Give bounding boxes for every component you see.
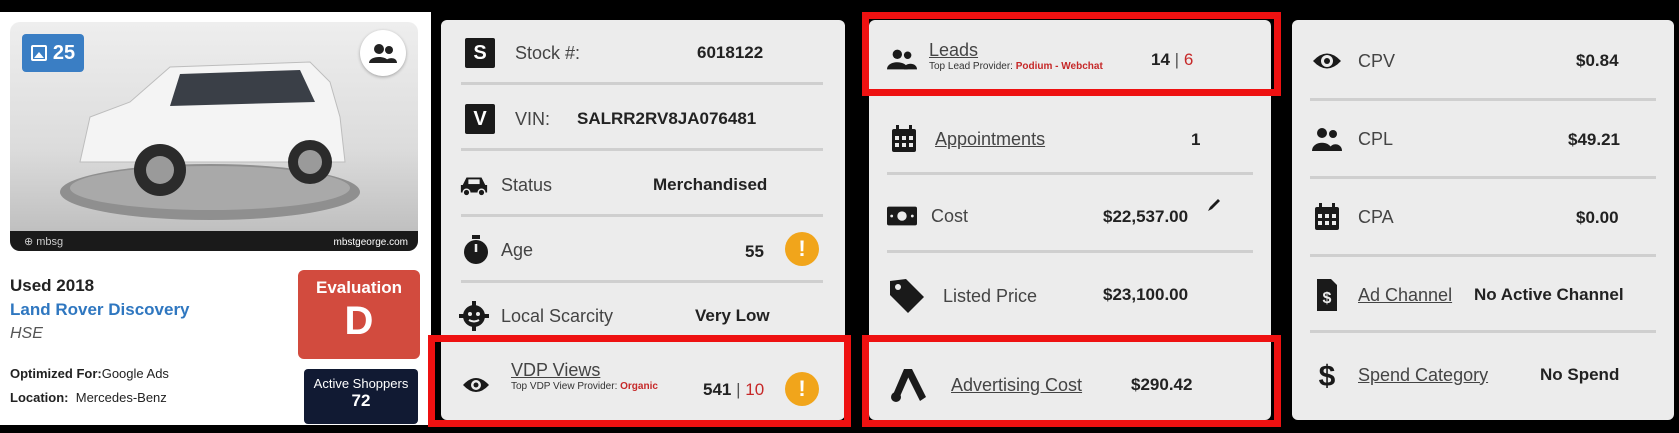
age-value: 55 (745, 242, 764, 261)
optimized-for-value: Google Ads (101, 366, 169, 381)
stock-row: S Stock #: (465, 38, 580, 68)
divider (887, 172, 1253, 175)
spend-row: $ Spend Category (1312, 360, 1488, 391)
cost-label: Cost (931, 205, 969, 226)
divider (461, 214, 823, 217)
location-label: Location: (10, 390, 69, 405)
car-icon (459, 170, 489, 200)
receipt-dollar-icon: $ (1312, 279, 1342, 311)
optimized-for: Optimized For:Google Ads (10, 366, 169, 381)
listed-price-label: Listed Price (943, 285, 1038, 306)
active-shoppers-value: 72 (351, 391, 371, 410)
ad-channel-value: No Active Channel (1474, 285, 1624, 304)
svg-text:$: $ (1323, 290, 1332, 307)
money-icon (887, 201, 917, 231)
vin-icon: V (465, 104, 495, 134)
photo-count-badge[interactable]: 25 (22, 34, 84, 72)
vehicle-trim: HSE (10, 325, 43, 342)
active-shoppers-label: Active Shoppers (313, 376, 409, 391)
stopwatch-icon (461, 235, 491, 265)
status-label: Status (501, 174, 553, 195)
cpv-value: $0.84 (1576, 51, 1619, 70)
appointments-value: 1 (1191, 130, 1201, 149)
people-icon (369, 44, 397, 63)
cost-value: $22,537.00 (1103, 207, 1189, 226)
status-value: Merchandised (653, 175, 768, 194)
dollar-icon: $ (1312, 360, 1342, 391)
scarcity-row: Local Scarcity (459, 301, 613, 331)
vin-label: VIN: (515, 108, 551, 129)
active-shoppers-badge[interactable]: Active Shoppers 72 (304, 369, 418, 424)
age-label: Age (501, 239, 534, 260)
divider (1310, 254, 1656, 257)
appointments-row: Appointments (889, 124, 1045, 154)
vin-row: V VIN: (465, 104, 550, 134)
cost-row: Cost (887, 201, 968, 231)
spend-category-value: No Spend (1540, 365, 1620, 384)
cpa-label: CPA (1358, 206, 1394, 227)
age-warning-icon[interactable]: ! (785, 232, 819, 266)
divider (1310, 98, 1656, 101)
highlight-advertising-cost (862, 335, 1281, 427)
scarcity-value: Very Low (695, 306, 770, 325)
photo-watermark: mbstgeorge.com (333, 237, 408, 248)
dealer-logo: ⊕ mbsg (24, 236, 64, 248)
photo-count-value: 25 (52, 41, 76, 64)
status-row: Status (459, 170, 552, 200)
highlight-vdp-views (428, 335, 851, 427)
stock-icon: S (465, 38, 495, 68)
divider (1310, 176, 1656, 179)
cpa-value: $0.00 (1576, 208, 1619, 227)
svg-text:$: $ (1319, 360, 1336, 391)
cpl-row: CPL (1312, 124, 1393, 154)
divider (1310, 330, 1656, 333)
stock-value: 6018122 (697, 43, 764, 62)
cpl-people-icon (1312, 124, 1342, 154)
scarcity-gear-icon (459, 301, 489, 331)
vehicle-name-link[interactable]: Land Rover Discovery (10, 300, 190, 320)
cpl-label: CPL (1358, 128, 1394, 149)
location: Location: Mercedes-Benz (10, 390, 167, 405)
calendar-icon (889, 124, 919, 154)
vehicle-summary: ⊕ mbsg mbstgeorge.com 25 Used 2018 Land … (0, 12, 431, 425)
age-row: Age (461, 235, 533, 265)
evaluation-label: Evaluation (316, 278, 402, 297)
divider (461, 280, 823, 283)
shoppers-button[interactable] (360, 30, 406, 76)
cpl-value: $49.21 (1568, 130, 1620, 149)
ad-channel-link[interactable]: Ad Channel (1358, 285, 1452, 306)
metrics-card: CPV $0.84 CPL $49.21 CPA $0.00 $ Ad Chan… (1292, 20, 1674, 420)
vehicle-photo[interactable]: ⊕ mbsg mbstgeorge.com 25 (10, 22, 418, 251)
cpv-row: CPV (1312, 46, 1395, 76)
optimized-for-label: Optimized For: (10, 366, 102, 381)
cpv-eye-icon (1312, 46, 1342, 76)
stock-label: Stock #: (515, 42, 581, 63)
divider (461, 82, 823, 85)
vehicle-condition-year: Used 2018 (10, 276, 95, 295)
ad-channel-row: $ Ad Channel (1312, 279, 1452, 311)
spend-category-link[interactable]: Spend Category (1358, 365, 1488, 386)
cpa-row: CPA (1312, 202, 1394, 232)
image-icon (30, 45, 47, 61)
edit-pencil-icon[interactable] (1207, 198, 1221, 212)
evaluation-badge[interactable]: Evaluation D (298, 270, 420, 359)
cpv-label: CPV (1358, 50, 1396, 71)
vin-value: SALRR2RV8JA076481 (577, 109, 757, 128)
scarcity-label: Local Scarcity (501, 305, 614, 326)
divider (461, 148, 823, 151)
evaluation-grade: D (344, 299, 374, 343)
listed-price-value: $23,100.00 (1103, 285, 1189, 304)
location-value: Mercedes-Benz (75, 390, 167, 405)
listed-price-row: Listed Price (887, 276, 1037, 316)
highlight-leads (862, 12, 1281, 96)
appointments-link[interactable]: Appointments (935, 129, 1045, 150)
price-tag-icon (887, 276, 927, 316)
cpa-calendar-icon (1312, 202, 1342, 232)
divider (887, 250, 1253, 253)
